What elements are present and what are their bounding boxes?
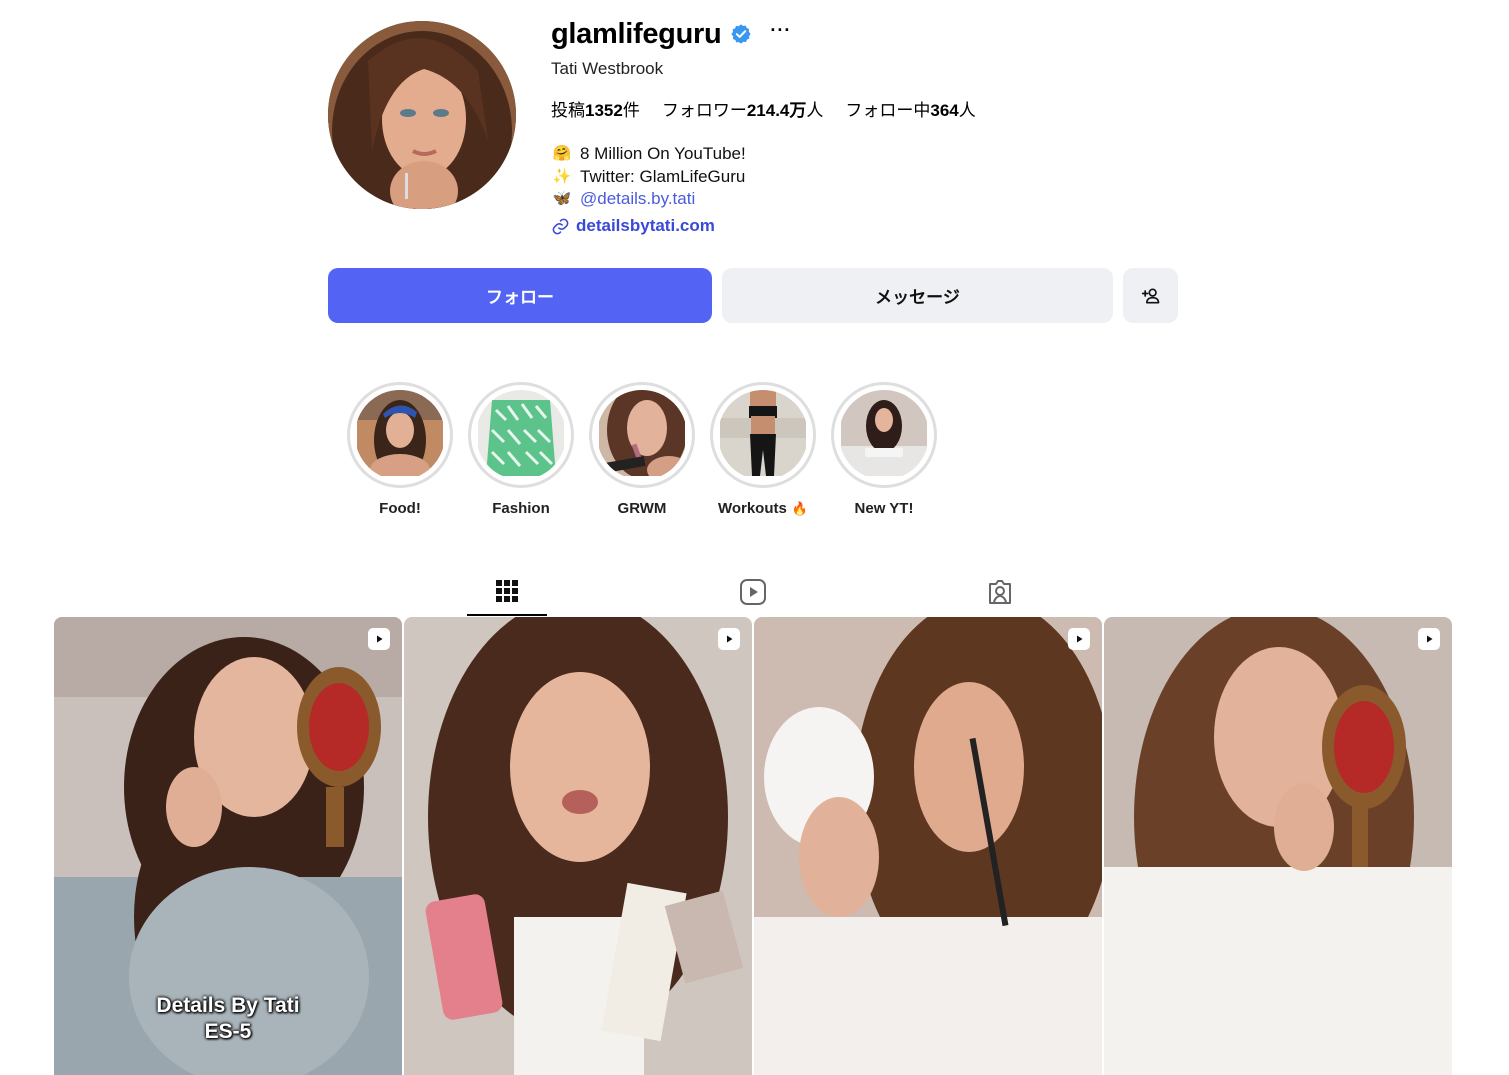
post-thumbnail[interactable] <box>404 617 752 1075</box>
posts-grid: Details By Tati ES-5 <box>54 617 1452 1075</box>
post-thumbnail[interactable]: Details By Tati ES-5 <box>54 617 402 1075</box>
profile-bio: 🤗 8 Million On YouTube! ✨ Twitter: GlamL… <box>551 143 746 211</box>
hugging-face-emoji: 🤗 <box>552 145 572 162</box>
reel-indicator-icon <box>368 628 390 650</box>
post-caption-overlay: Details By Tati ES-5 <box>156 994 300 1043</box>
tab-reels[interactable] <box>713 568 793 616</box>
stat-following[interactable]: フォロー中364人 <box>845 96 975 121</box>
link-icon <box>552 218 569 234</box>
avatar-image <box>328 21 516 209</box>
grid-icon <box>496 580 518 602</box>
highlight-food[interactable]: Food! <box>347 382 453 517</box>
highlight-new-yt[interactable]: New YT! <box>831 382 937 517</box>
highlight-grwm-cover <box>598 390 687 480</box>
verified-badge-icon <box>731 24 752 44</box>
reel-indicator-icon <box>718 628 740 650</box>
profile-username: glamlifeguru <box>551 17 722 50</box>
follow-button[interactable]: フォロー <box>328 268 712 323</box>
highlight-new-yt-cover <box>841 390 927 476</box>
post-image <box>404 617 752 1075</box>
bio-mention-link[interactable]: @details.by.tati <box>580 188 695 211</box>
profile-external-link[interactable]: detailsbytati.com <box>551 216 715 236</box>
butterfly-emoji: 🦋 <box>552 190 572 207</box>
highlight-workouts[interactable]: Workouts 🔥 <box>710 382 816 517</box>
post-image <box>1104 617 1452 1075</box>
tagged-icon <box>989 580 1011 604</box>
reel-indicator-icon <box>1418 628 1440 650</box>
bio-line: 🤗 8 Million On YouTube! <box>551 143 746 166</box>
highlight-fashion[interactable]: Fashion <box>468 382 574 517</box>
stat-followers[interactable]: フォロワー214.4万人 <box>662 96 824 121</box>
reel-indicator-icon <box>1068 628 1090 650</box>
highlight-grwm[interactable]: GRWM <box>589 382 695 517</box>
sparkles-emoji: ✨ <box>552 167 572 185</box>
profile-stats: 投稿1352件 フォロワー214.4万人 フォロー中364人 <box>551 96 998 121</box>
fire-emoji: 🔥 <box>791 500 809 516</box>
add-user-icon <box>1141 288 1159 303</box>
tab-tagged[interactable] <box>960 568 1040 616</box>
profile-tabs <box>467 568 1067 616</box>
bio-line: ✨ Twitter: GlamLifeGuru <box>551 166 746 189</box>
profile-avatar[interactable] <box>328 21 516 209</box>
highlight-food-cover <box>357 390 443 480</box>
profile-full-name: Tati Westbrook <box>551 59 664 78</box>
more-options-button[interactable]: ··· <box>770 20 791 41</box>
post-thumbnail[interactable] <box>754 617 1102 1075</box>
tab-posts[interactable] <box>467 568 547 616</box>
story-highlights: Food! Fashion GRWM Workouts 🔥 New YT! <box>347 382 952 517</box>
stat-posts: 投稿1352件 <box>551 101 640 120</box>
message-button[interactable]: メッセージ <box>722 268 1113 323</box>
post-image <box>754 617 1102 1075</box>
highlight-workouts-cover <box>720 390 806 476</box>
reels-icon <box>740 579 766 605</box>
suggested-users-button[interactable] <box>1123 268 1178 323</box>
highlight-fashion-cover <box>478 390 564 476</box>
bio-line: 🦋 @details.by.tati <box>551 188 746 211</box>
post-thumbnail[interactable] <box>1104 617 1452 1075</box>
